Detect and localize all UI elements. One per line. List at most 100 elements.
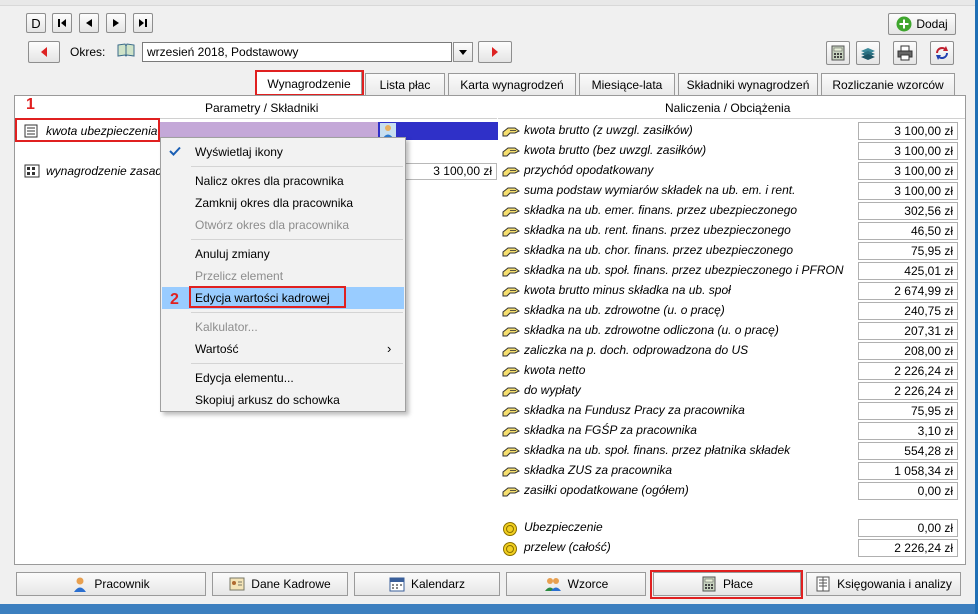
- calc-row[interactable]: składka na ub. rent. finans. przez ubezp…: [500, 221, 960, 241]
- prev-period-button[interactable]: [28, 41, 60, 63]
- left-column-header: Parametry / Składniki: [205, 101, 319, 115]
- tab-skladniki-wynagrodzen[interactable]: Składniki wynagrodzeń: [678, 73, 818, 95]
- add-button[interactable]: Dodaj: [888, 13, 956, 35]
- last-record-button[interactable]: [133, 13, 153, 33]
- books-button[interactable]: [856, 41, 880, 65]
- tab-wynagrodzenie[interactable]: Wynagrodzenie: [256, 71, 362, 95]
- menu-item-open-period[interactable]: Otwórz okres dla pracownika: [162, 214, 404, 236]
- calculator-button[interactable]: [826, 41, 850, 65]
- calc-row[interactable]: kwota brutto minus składka na ub. społ 2 …: [500, 281, 960, 301]
- right-column-header: Naliczenia / Obciążenia: [665, 101, 791, 115]
- refresh-button[interactable]: [930, 41, 954, 65]
- hand-coin-icon: [502, 244, 520, 258]
- new-record-button[interactable]: D: [26, 13, 46, 33]
- period-select-value: wrzesień 2018, Podstawowy: [147, 45, 299, 59]
- calc-row[interactable]: zasiłki opodatkowane (ogółem) 0,00 zł: [500, 481, 960, 501]
- calc-row[interactable]: składka na ub. emer. finans. przez ubezp…: [500, 201, 960, 221]
- calculator-icon: [702, 576, 716, 592]
- left-row-label: wynagrodzenie zasad: [46, 164, 163, 178]
- menu-separator: [191, 239, 403, 240]
- first-arrow-icon: [58, 19, 66, 27]
- calc-row-label: składka na FGŚP za pracownika: [524, 423, 697, 437]
- calc-row[interactable]: składka ZUS za pracownika 1 058,34 zł: [500, 461, 960, 481]
- calc-row[interactable]: składka na ub. społ. finans. przez płatn…: [500, 441, 960, 461]
- next-period-button[interactable]: [478, 41, 512, 63]
- next-record-button[interactable]: [106, 13, 126, 33]
- tab-label: Lista płac: [379, 77, 431, 92]
- book-icon: [117, 42, 135, 61]
- tab-label: Miesiące-lata: [591, 77, 663, 92]
- menu-item-edit-hr-value[interactable]: Edycja wartości kadrowej: [162, 287, 404, 309]
- add-button-label: Dodaj: [916, 17, 948, 31]
- calc-row[interactable]: składka na Fundusz Pracy za pracownika 75…: [500, 401, 960, 421]
- period-dropdown-button[interactable]: [453, 42, 473, 62]
- document-icon: [24, 124, 38, 138]
- bottom-button-wzorce[interactable]: Wzorce: [506, 572, 646, 596]
- summary-row-value: 0,00 zł: [858, 519, 958, 537]
- calc-row-value: 3 100,00 zł: [858, 162, 958, 180]
- menu-item-cancel-changes[interactable]: Anuluj zmiany: [162, 243, 404, 265]
- calc-row[interactable]: składka na ub. społ. finans. przez ubezp…: [500, 261, 960, 281]
- bottom-button-dane-kadrowe[interactable]: Dane Kadrowe: [212, 572, 348, 596]
- calc-row-value: 208,00 zł: [858, 342, 958, 360]
- tab-rozliczanie-wzorcow[interactable]: Rozliczanie wzorców: [821, 73, 955, 95]
- calc-row[interactable]: składka na ub. zdrowotne (u. o pracę) 240…: [500, 301, 960, 321]
- hand-coin-icon: [502, 484, 520, 498]
- calc-row[interactable]: przychód opodatkowany 3 100,00 zł: [500, 161, 960, 181]
- calc-row[interactable]: kwota brutto (bez uwzgl. zasiłków) 3 100,…: [500, 141, 960, 161]
- calc-row[interactable]: do wypłaty 2 226,24 zł: [500, 381, 960, 401]
- hand-coin-icon: [502, 164, 520, 178]
- period-label: Okres:: [70, 45, 106, 59]
- calc-row[interactable]: składka na FGŚP za pracownika 3,10 zł: [500, 421, 960, 441]
- menu-item-value[interactable]: Wartość: [162, 338, 404, 360]
- tab-lista-plac[interactable]: Lista płac: [365, 73, 445, 95]
- calc-row-value: 2 226,24 zł: [858, 382, 958, 400]
- calc-row-value: 46,50 zł: [858, 222, 958, 240]
- bottom-button-label: Wzorce: [567, 577, 609, 591]
- hand-coin-icon: [502, 404, 520, 418]
- calculator-icon: [831, 45, 845, 61]
- calc-row-label: składka na ub. rent. finans. przez ubezp…: [524, 223, 791, 237]
- menu-item-calc-period[interactable]: Nalicz okres dla pracownika: [162, 170, 404, 192]
- menu-item-recalculate[interactable]: Przelicz element: [162, 265, 404, 287]
- menu-item-show-icons[interactable]: Wyświetlaj ikony: [162, 141, 404, 163]
- calc-row-label: składka na ub. społ. finans. przez ubezp…: [524, 263, 844, 277]
- calc-row[interactable]: składka na ub. zdrowotne odliczona (u. o…: [500, 321, 960, 341]
- plus-circle-icon: [896, 16, 912, 32]
- last-arrow-icon: [139, 19, 147, 27]
- menu-item-calculator[interactable]: Kalkulator...: [162, 316, 404, 338]
- calc-row-value: 75,95 zł: [858, 242, 958, 260]
- calculator-icon: [24, 164, 40, 178]
- menu-item-edit-element[interactable]: Edycja elementu...: [162, 367, 404, 389]
- summary-row[interactable]: Ubezpieczenie 0,00 zł: [500, 518, 960, 538]
- calc-row-value: 3,10 zł: [858, 422, 958, 440]
- calc-row-value: 3 100,00 zł: [858, 142, 958, 160]
- window-bottom-border: [0, 604, 978, 614]
- calc-row-label: zaliczka na p. doch. odprowadzona do US: [524, 343, 749, 357]
- calc-row[interactable]: składka na ub. chor. finans. przez ubezp…: [500, 241, 960, 261]
- summary-row[interactable]: przelew (całość) 2 226,24 zł: [500, 538, 960, 558]
- left-header-divider: [15, 118, 497, 119]
- bottom-button-place[interactable]: Płace: [653, 572, 801, 596]
- menu-item-close-period[interactable]: Zamknij okres dla pracownika: [162, 192, 404, 214]
- calc-row[interactable]: kwota netto 2 226,24 zł: [500, 361, 960, 381]
- tab-karta-wynagrodzen[interactable]: Karta wynagrodzeń: [448, 73, 576, 95]
- prev-record-button[interactable]: [79, 13, 99, 33]
- print-button[interactable]: [893, 41, 917, 65]
- tab-label: Rozliczanie wzorców: [832, 77, 944, 92]
- calc-row-label: przychód opodatkowany: [524, 163, 654, 177]
- calc-row-value: 0,00 zł: [858, 482, 958, 500]
- bottom-button-kalendarz[interactable]: Kalendarz: [354, 572, 500, 596]
- bottom-button-pracownik[interactable]: Pracownik: [16, 572, 206, 596]
- right-header-divider: [498, 118, 965, 119]
- calc-row[interactable]: zaliczka na p. doch. odprowadzona do US 2…: [500, 341, 960, 361]
- calc-row[interactable]: kwota brutto (z uwzgl. zasiłków) 3 100,00…: [500, 121, 960, 141]
- menu-item-copy-sheet[interactable]: Skopiuj arkusz do schowka: [162, 389, 404, 411]
- bottom-button-ksiegowania[interactable]: Księgowania i analizy: [806, 572, 961, 596]
- calc-row-value: 1 058,34 zł: [858, 462, 958, 480]
- period-select[interactable]: wrzesień 2018, Podstawowy: [142, 42, 452, 62]
- calc-row[interactable]: suma podstaw wymiarów składek na ub. em.…: [500, 181, 960, 201]
- first-record-button[interactable]: [52, 13, 72, 33]
- tab-miesiace-lata[interactable]: Miesiące-lata: [579, 73, 675, 95]
- right-arrow-icon: [113, 19, 119, 27]
